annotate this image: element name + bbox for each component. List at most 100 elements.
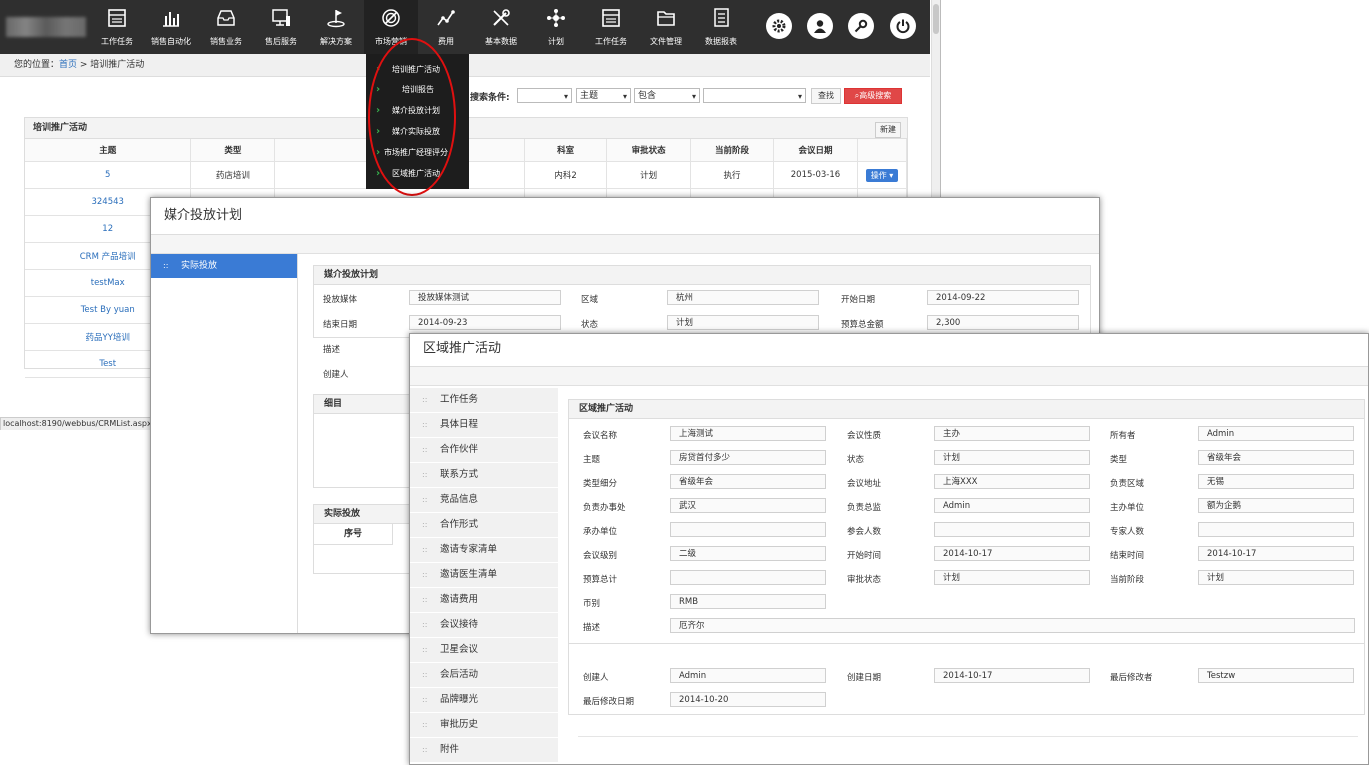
field-value[interactable]: 计划	[1198, 570, 1354, 585]
line-graph-icon	[437, 10, 455, 26]
field-value[interactable]: 2014-10-17	[934, 546, 1090, 561]
field-value[interactable]	[670, 570, 826, 585]
row-title-link[interactable]: 12	[102, 224, 113, 234]
field-value[interactable]: 2,300	[927, 315, 1079, 330]
field-value[interactable]: RMB	[670, 594, 826, 609]
nav-item[interactable]: 工作任务	[584, 0, 638, 54]
nav-item[interactable]: 基本数据	[474, 0, 528, 54]
field-value[interactable]: Testzw	[1198, 668, 1354, 683]
field-value[interactable]: 2014-09-23	[409, 315, 561, 330]
field-value[interactable]: 二级	[670, 546, 826, 561]
nav-item[interactable]: 数据报表	[694, 0, 748, 54]
field-label: 审批状态	[847, 575, 882, 585]
field-value[interactable]: 2014-10-17	[934, 668, 1090, 683]
field-value[interactable]: 房贷首付多少	[670, 450, 826, 465]
breadcrumb-prefix: 您的位置：	[14, 60, 60, 70]
scrollbar-thumb[interactable]	[933, 4, 939, 34]
tab-label: 邀请费用	[440, 594, 479, 605]
field-value[interactable]: 计划	[667, 315, 819, 330]
field-value[interactable]: 武汉	[670, 498, 826, 513]
user-icon[interactable]	[807, 13, 833, 39]
field-value[interactable]	[670, 522, 826, 537]
search-field-select[interactable]	[517, 88, 572, 104]
power-icon[interactable]	[890, 13, 916, 39]
search-field2-select[interactable]: 主题	[576, 88, 631, 104]
row-title-link[interactable]: CRM 产品培训	[80, 252, 136, 262]
tab-item[interactable]: :: 邀请专家清单	[410, 538, 558, 563]
nav-item[interactable]: 解决方案	[309, 0, 363, 54]
nav-item[interactable]: 计划	[529, 0, 583, 54]
tab-item[interactable]: :: 会后活动	[410, 663, 558, 688]
field-label: 参会人数	[847, 527, 882, 537]
field-label: 主办单位	[1110, 503, 1145, 513]
gear-icon[interactable]	[766, 13, 792, 39]
advanced-search-button[interactable]: ⌕高级搜索	[844, 88, 902, 104]
field-value[interactable]: 额为企鹅	[1198, 498, 1354, 513]
divider	[569, 643, 1364, 644]
tab-item[interactable]: :: 工作任务	[410, 388, 558, 413]
field-label: 创建日期	[847, 673, 882, 683]
field-label: 负责区域	[1110, 479, 1145, 489]
nav-item[interactable]: 售后服务	[254, 0, 308, 54]
field-value[interactable]: 杭州	[667, 290, 819, 305]
breadcrumb-separator: >	[77, 60, 91, 70]
tab-item[interactable]: :: 联系方式	[410, 463, 558, 488]
find-button[interactable]: 查找	[811, 88, 841, 104]
row-title-link[interactable]: Test By yuan	[81, 305, 135, 315]
tab-item[interactable]: :: 附件	[410, 738, 558, 763]
tab-item[interactable]: :: 品牌曝光	[410, 688, 558, 713]
tab-item[interactable]: :: 合作伙伴	[410, 438, 558, 463]
field-value[interactable]: 省级年会	[1198, 450, 1354, 465]
field-label: 创建人	[323, 370, 349, 380]
nav-item[interactable]: 文件管理	[639, 0, 693, 54]
row-title-link[interactable]: Test	[99, 359, 116, 369]
flag-icon	[327, 10, 345, 28]
tab-item[interactable]: :: 审批历史	[410, 713, 558, 738]
tab-item[interactable]: :: 具体日程	[410, 413, 558, 438]
column-header: 主题	[25, 139, 192, 162]
nav-item[interactable]: 销售自动化	[144, 0, 198, 54]
field-value[interactable]: 厄齐尔	[670, 618, 1355, 633]
row-title-link[interactable]: 5	[105, 170, 110, 180]
field-value[interactable]: 投放媒体测试	[409, 290, 561, 305]
breadcrumb-home-link[interactable]: 首页	[59, 60, 77, 70]
nav-item[interactable]: 销售业务	[199, 0, 253, 54]
document-icon	[714, 8, 729, 27]
nav-item-label: 销售自动化	[151, 37, 191, 46]
nav-item-actual-placement[interactable]: :: 实际投放	[151, 254, 297, 278]
field-value[interactable]: 上海XXX	[934, 474, 1090, 489]
tab-item[interactable]: :: 邀请费用	[410, 588, 558, 613]
field-value[interactable]: 2014-09-22	[927, 290, 1079, 305]
search-input[interactable]	[703, 88, 806, 104]
field-value[interactable]: 上海测试	[670, 426, 826, 441]
field-value[interactable]	[1198, 522, 1354, 537]
new-button[interactable]: 新建	[875, 122, 901, 138]
row-title-link[interactable]: 药品YY培训	[86, 333, 130, 343]
field-value[interactable]	[934, 522, 1090, 537]
search-operator-select[interactable]: 包含	[634, 88, 700, 104]
grip-icon: ::	[422, 445, 428, 454]
tab-item[interactable]: :: 邀请医生清单	[410, 563, 558, 588]
row-title-link[interactable]: 324543	[91, 197, 123, 207]
field-value[interactable]: Admin	[670, 668, 826, 683]
field-value[interactable]: Admin	[1198, 426, 1354, 441]
field-value[interactable]: 计划	[934, 570, 1090, 585]
tab-item[interactable]: :: 卫星会议	[410, 638, 558, 663]
left-nav: :: 实际投放	[151, 254, 298, 633]
operation-button[interactable]: 操作 ▾	[865, 168, 899, 182]
tab-item[interactable]: :: 竞品信息	[410, 488, 558, 513]
field-value[interactable]: 省级年会	[670, 474, 826, 489]
nav-item[interactable]: 工作任务	[90, 0, 144, 54]
field-value[interactable]: 2014-10-20	[670, 692, 826, 707]
field-value[interactable]: 2014-10-17	[1198, 546, 1354, 561]
row-title-link[interactable]: testMax	[91, 278, 125, 288]
tab-item[interactable]: :: 合作形式	[410, 513, 558, 538]
field-value[interactable]: 主办	[934, 426, 1090, 441]
tab-item[interactable]: :: 会议接待	[410, 613, 558, 638]
field-value[interactable]: Admin	[934, 498, 1090, 513]
field-value[interactable]: 计划	[934, 450, 1090, 465]
field-value[interactable]: 无锡	[1198, 474, 1354, 489]
key-icon[interactable]	[848, 13, 874, 39]
inbox-tray-icon	[217, 10, 235, 26]
grip-icon: ::	[422, 395, 428, 404]
